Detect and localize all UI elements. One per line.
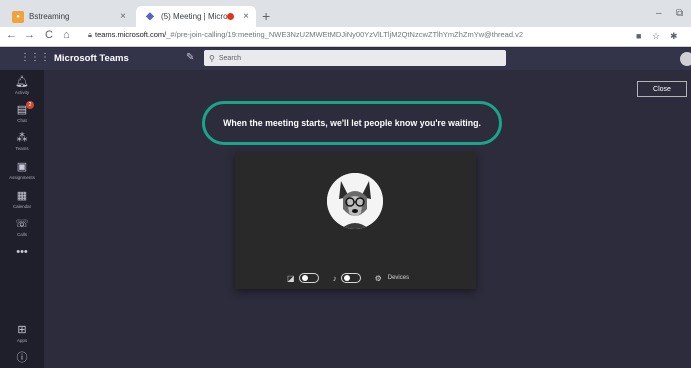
lock-icon: 🔒︎ <box>88 30 92 39</box>
camera-off-icon: ◪ <box>287 273 295 283</box>
rail-item-apps[interactable]: ⊞ Apps <box>0 324 44 343</box>
app-title: Microsoft Teams <box>54 53 129 64</box>
new-tab-button[interactable]: + <box>262 8 270 24</box>
bell-icon: 🔔︎ <box>15 76 29 88</box>
profile-avatar[interactable] <box>680 52 691 66</box>
rail-item-assignments[interactable]: ▣ Assignments <box>0 161 44 180</box>
reload-icon[interactable]: C <box>45 29 53 41</box>
address-bar[interactable]: 🔒︎ teams.microsoft.com/_#/pre-join-callin… <box>88 30 523 40</box>
gear-icon[interactable]: ⚙ <box>375 274 382 283</box>
star-icon[interactable]: ☆ <box>652 31 660 42</box>
tab-meeting[interactable]: ◆ (5) Meeting | Microsoft Tea × <box>136 6 256 27</box>
browser-tab-bar: ● Bstreaming × ◆ (5) Meeting | Microsoft… <box>0 0 691 27</box>
back-icon[interactable]: ← <box>6 29 17 41</box>
orange-app-icon: ● <box>12 10 24 23</box>
app-launcher-icon[interactable]: ⋮⋮⋮ <box>20 52 50 63</box>
phone-icon: ☏ <box>15 218 29 230</box>
teams-header: ⋮⋮⋮ Microsoft Teams ✎ ⚲ Search <box>0 48 691 70</box>
search-icon: ⚲ <box>209 53 215 63</box>
rail-item-more[interactable]: ••• <box>0 246 44 258</box>
compose-icon[interactable]: ✎ <box>186 52 194 63</box>
close-icon[interactable]: × <box>240 11 252 22</box>
teams-icon: ◆ <box>146 11 154 22</box>
tab-title: (5) Meeting | Microsoft Tea <box>161 12 227 21</box>
camera-toggle[interactable] <box>298 273 319 283</box>
mic-toggle[interactable] <box>340 273 361 283</box>
extension-icon[interactable]: ✱ <box>670 31 678 42</box>
url-host: teams.microsoft.com/ <box>95 30 167 39</box>
rail-item-calls[interactable]: ☏ Calls <box>0 218 44 237</box>
tab-title: Bstreaming <box>29 12 70 21</box>
help-icon: ⓘ <box>16 352 28 364</box>
chat-icon: ▤ <box>16 104 28 116</box>
left-rail: 🔔︎ Activity ▤ 2 Chat ⁂ Teams ▣ Assignmen… <box>0 70 44 368</box>
calendar-icon: ▦ <box>16 190 28 202</box>
tab-bstreaming[interactable]: ● Bstreaming × <box>8 6 133 27</box>
rail-item-calendar[interactable]: ▦ Calendar <box>0 190 44 209</box>
waiting-message: When the meeting starts, we'll let peopl… <box>202 101 502 145</box>
teams-people-icon: ⁂ <box>16 132 28 144</box>
rail-item-teams[interactable]: ⁂ Teams <box>0 132 44 151</box>
dog-avatar-image <box>327 173 383 229</box>
restore-icon[interactable]: ⧉ <box>676 8 683 19</box>
apps-icon: ⊞ <box>17 324 27 336</box>
rail-item-activity[interactable]: 🔔︎ Activity <box>0 76 44 95</box>
waiting-message-text: When the meeting starts, we'll let peopl… <box>223 118 481 128</box>
url-path: _#/pre-join-calling/19:meeting_NWE3NzU2M… <box>166 30 524 39</box>
screen: ● Bstreaming × ◆ (5) Meeting | Microsoft… <box>0 0 691 368</box>
assignments-icon: ▣ <box>16 161 28 173</box>
minimize-icon[interactable]: – <box>656 8 662 19</box>
recording-dot-icon <box>227 13 234 20</box>
close-icon[interactable]: × <box>117 11 129 22</box>
forward-icon[interactable]: → <box>24 29 35 41</box>
home-icon[interactable]: ⌂ <box>63 29 70 41</box>
rail-item-help[interactable]: ⓘ <box>0 352 44 364</box>
search-placeholder: Search <box>218 54 242 62</box>
video-preview: ◪ ♪ ⚙ Devices <box>235 152 476 289</box>
camera-permission-icon[interactable]: ■ <box>636 31 641 41</box>
rail-item-chat[interactable]: ▤ 2 Chat <box>0 101 44 123</box>
browser-toolbar: ← → C ⌂ 🔒︎ teams.microsoft.com/_#/pre-joi… <box>0 27 691 47</box>
search-input[interactable]: ⚲ Search <box>204 50 506 66</box>
chat-badge: 2 <box>26 101 34 109</box>
mic-off-icon: ♪ <box>332 273 337 283</box>
more-icon: ••• <box>16 246 28 258</box>
close-button[interactable]: Close <box>637 81 687 97</box>
avatar <box>327 173 383 229</box>
devices-button[interactable]: Devices <box>388 275 409 281</box>
device-controls: ◪ ♪ ⚙ Devices <box>287 272 409 284</box>
